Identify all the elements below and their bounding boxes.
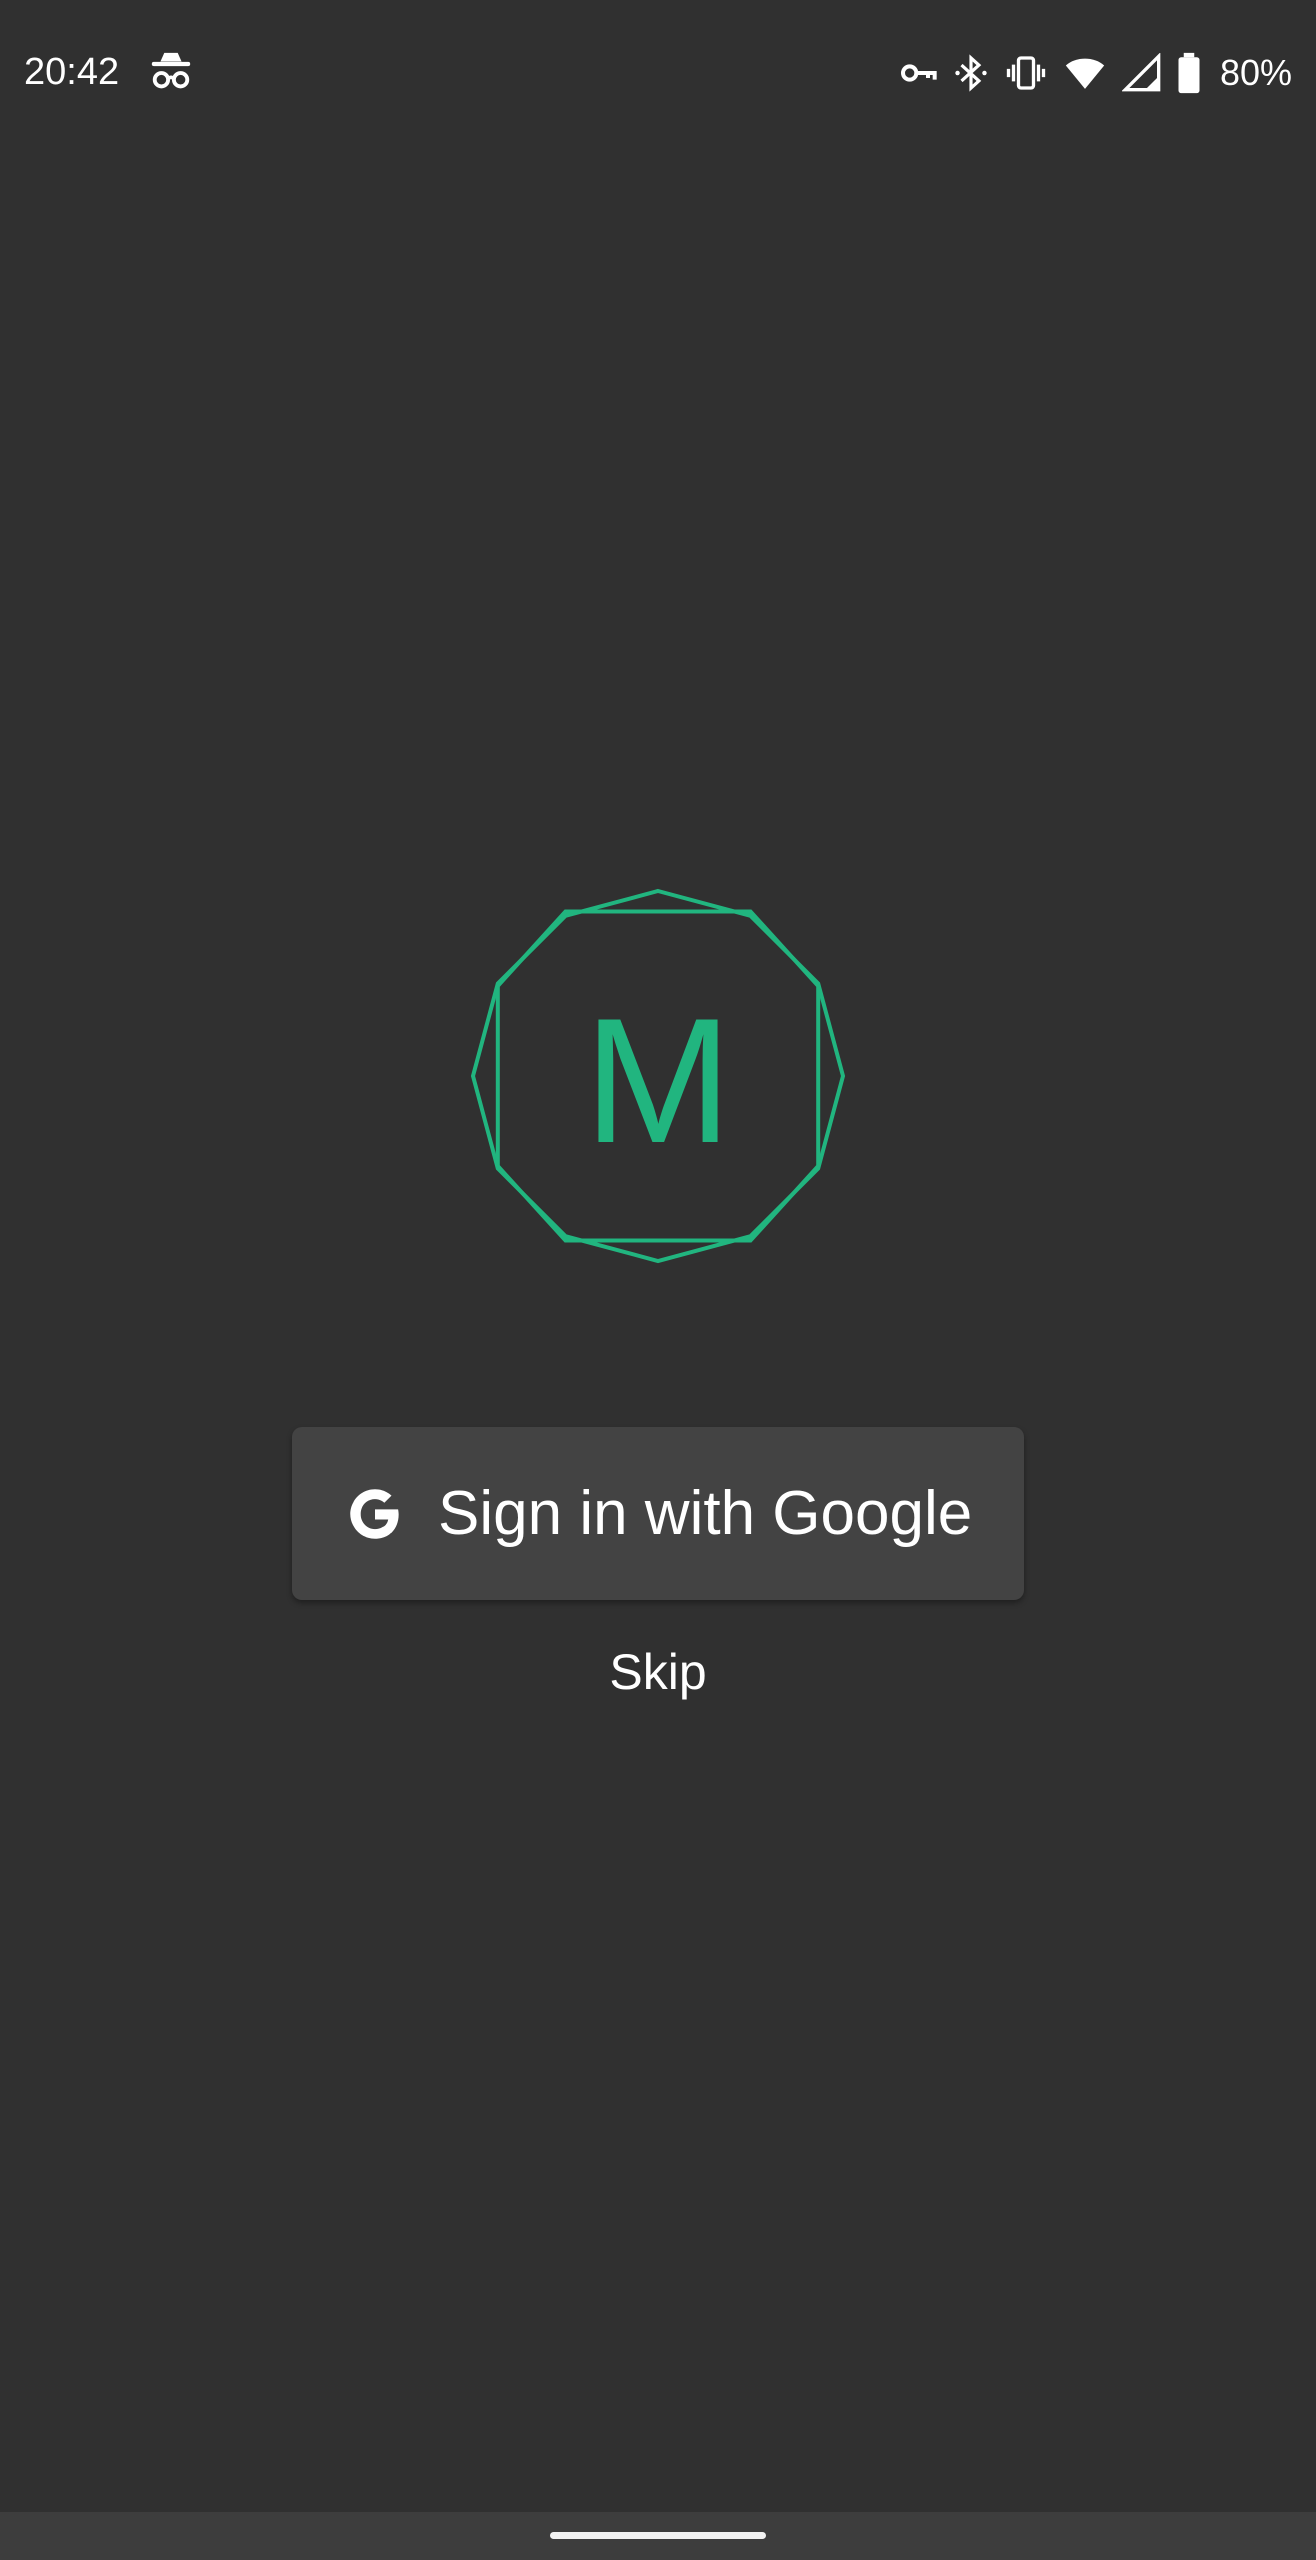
vibrate-icon [1006,56,1046,90]
navigation-bar [0,2512,1316,2560]
google-g-icon [350,1488,399,1539]
bluetooth-icon [955,54,987,92]
wifi-icon [1065,58,1105,89]
google-signin-button[interactable]: Sign in with Google [292,1427,1024,1600]
status-icons: 80% [898,50,1292,96]
vpn-key-icon [900,64,937,82]
incognito-icon [151,52,191,89]
status-time: 20:42 [24,51,120,93]
battery-icon [1178,52,1200,94]
cellular-signal-icon [1121,53,1161,92]
app-logo: M [470,888,846,1264]
logo-letter: M [584,981,732,1180]
home-gesture-handle[interactable] [550,2532,766,2539]
skip-button[interactable]: Skip [0,1640,1316,1704]
status-bar: 20:42 80% [0,0,1316,148]
signin-label: Sign in with Google [438,1479,973,1548]
battery-percent: 80% [1219,52,1292,93]
